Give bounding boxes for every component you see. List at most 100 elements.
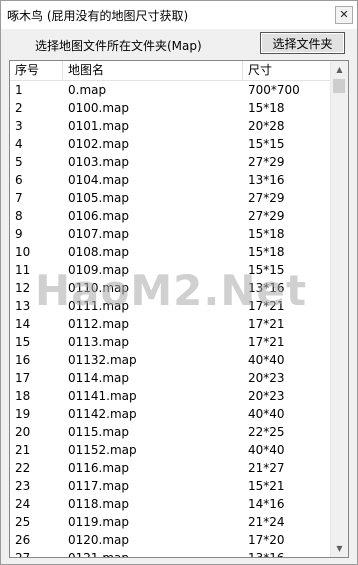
row-map-name: 0100.map bbox=[68, 101, 130, 115]
row-index: 4 bbox=[15, 137, 23, 151]
list-item[interactable]: 2 0100.map 15*18 bbox=[10, 99, 331, 117]
list-item[interactable]: 13 0111.map 17*21 bbox=[10, 297, 331, 315]
row-map-name: 01142.map bbox=[68, 407, 137, 421]
list-item[interactable]: 1 0.map 700*700 bbox=[10, 81, 331, 99]
column-header-map-name[interactable]: 地图名 bbox=[63, 61, 243, 80]
list-item[interactable]: 6 0104.map 13*16 bbox=[10, 171, 331, 189]
row-map-name: 0101.map bbox=[68, 119, 130, 133]
row-size: 20*28 bbox=[248, 119, 285, 133]
scroll-thumb[interactable] bbox=[333, 79, 345, 93]
row-index: 11 bbox=[15, 263, 31, 277]
row-index: 6 bbox=[15, 173, 23, 187]
map-list[interactable]: 序号 地图名 尺寸 1 0.map 700*700 2 0100.map 15*18 3 01… bbox=[9, 60, 349, 558]
window-title: 啄木鸟 (屁用没有的地图尺寸获取) bbox=[7, 9, 189, 23]
row-index: 15 bbox=[15, 335, 31, 349]
row-map-name: 0105.map bbox=[68, 191, 130, 205]
choose-folder-button[interactable]: 选择文件夹 bbox=[260, 32, 345, 54]
vertical-scrollbar[interactable]: ▲ ▼ bbox=[330, 61, 348, 557]
row-map-name: 0113.map bbox=[68, 335, 130, 349]
row-index: 7 bbox=[15, 191, 23, 205]
row-index: 20 bbox=[15, 425, 31, 439]
list-item[interactable]: 22 0116.map 21*27 bbox=[10, 459, 331, 477]
scroll-up-icon[interactable]: ▲ bbox=[331, 61, 348, 78]
row-size: 40*40 bbox=[248, 443, 285, 457]
row-index: 26 bbox=[15, 533, 31, 547]
list-item[interactable]: 8 0106.map 27*29 bbox=[10, 207, 331, 225]
row-index: 21 bbox=[15, 443, 31, 457]
row-size: 21*24 bbox=[248, 515, 285, 529]
row-map-name: 0112.map bbox=[68, 317, 130, 331]
close-icon: ✕ bbox=[339, 8, 349, 21]
list-header: 序号 地图名 尺寸 bbox=[10, 61, 331, 81]
row-size: 40*40 bbox=[248, 353, 285, 367]
row-index: 10 bbox=[15, 245, 31, 259]
row-size: 20*23 bbox=[248, 371, 285, 385]
row-map-name: 0116.map bbox=[68, 461, 130, 475]
list-item[interactable]: 19 01142.map 40*40 bbox=[10, 405, 331, 423]
list-item[interactable]: 21 01152.map 40*40 bbox=[10, 441, 331, 459]
column-header-index[interactable]: 序号 bbox=[10, 61, 63, 80]
list-item[interactable]: 14 0112.map 17*21 bbox=[10, 315, 331, 333]
row-size: 22*25 bbox=[248, 425, 285, 439]
list-item[interactable]: 5 0103.map 27*29 bbox=[10, 153, 331, 171]
list-item[interactable]: 15 0113.map 17*21 bbox=[10, 333, 331, 351]
row-index: 25 bbox=[15, 515, 31, 529]
list-item[interactable]: 11 0109.map 15*15 bbox=[10, 261, 331, 279]
list-item[interactable]: 18 01141.map 20*23 bbox=[10, 387, 331, 405]
row-map-name: 0108.map bbox=[68, 245, 130, 259]
row-size: 27*29 bbox=[248, 155, 285, 169]
row-size: 20*23 bbox=[248, 389, 285, 403]
row-map-name: 0120.map bbox=[68, 533, 130, 547]
row-size: 27*29 bbox=[248, 191, 285, 205]
row-map-name: 0119.map bbox=[68, 515, 130, 529]
row-map-name: 0115.map bbox=[68, 425, 130, 439]
row-size: 17*21 bbox=[248, 317, 285, 331]
list-item[interactable]: 20 0115.map 22*25 bbox=[10, 423, 331, 441]
scroll-down-icon[interactable]: ▼ bbox=[331, 540, 348, 557]
list-item[interactable]: 3 0101.map 20*28 bbox=[10, 117, 331, 135]
row-size: 21*27 bbox=[248, 461, 285, 475]
row-index: 13 bbox=[15, 299, 31, 313]
row-map-name: 0.map bbox=[68, 83, 107, 97]
row-map-name: 0106.map bbox=[68, 209, 130, 223]
row-size: 27*29 bbox=[248, 209, 285, 223]
list-item[interactable]: 16 01132.map 40*40 bbox=[10, 351, 331, 369]
row-size: 15*15 bbox=[248, 137, 285, 151]
row-index: 8 bbox=[15, 209, 23, 223]
list-item[interactable]: 17 0114.map 20*23 bbox=[10, 369, 331, 387]
row-size: 13*16 bbox=[248, 173, 285, 187]
list-item[interactable]: 12 0110.map 13*16 bbox=[10, 279, 331, 297]
list-item[interactable]: 24 0118.map 14*16 bbox=[10, 495, 331, 513]
column-header-size[interactable]: 尺寸 bbox=[243, 61, 331, 80]
row-index: 9 bbox=[15, 227, 23, 241]
row-index: 18 bbox=[15, 389, 31, 403]
list-item[interactable]: 7 0105.map 27*29 bbox=[10, 189, 331, 207]
row-size: 17*21 bbox=[248, 299, 285, 313]
list-item[interactable]: 4 0102.map 15*15 bbox=[10, 135, 331, 153]
list-item[interactable]: 9 0107.map 15*18 bbox=[10, 225, 331, 243]
list-item[interactable]: 27 0121.map 13*16 bbox=[10, 549, 331, 558]
title-bar: 啄木鸟 (屁用没有的地图尺寸获取) ✕ bbox=[1, 1, 357, 29]
list-item[interactable]: 25 0119.map 21*24 bbox=[10, 513, 331, 531]
close-button[interactable]: ✕ bbox=[335, 6, 353, 24]
row-size: 15*18 bbox=[248, 227, 285, 241]
row-index: 19 bbox=[15, 407, 31, 421]
list-item[interactable]: 10 0108.map 15*18 bbox=[10, 243, 331, 261]
row-map-name: 0118.map bbox=[68, 497, 130, 511]
row-size: 15*15 bbox=[248, 263, 285, 277]
row-map-name: 0107.map bbox=[68, 227, 130, 241]
list-item[interactable]: 26 0120.map 17*20 bbox=[10, 531, 331, 549]
row-map-name: 01152.map bbox=[68, 443, 137, 457]
row-index: 23 bbox=[15, 479, 31, 493]
row-map-name: 0103.map bbox=[68, 155, 130, 169]
row-size: 14*16 bbox=[248, 497, 285, 511]
row-map-name: 0111.map bbox=[68, 299, 130, 313]
row-index: 27 bbox=[15, 551, 31, 558]
list-item[interactable]: 23 0117.map 15*21 bbox=[10, 477, 331, 495]
app-window: 啄木鸟 (屁用没有的地图尺寸获取) ✕ 选择地图文件所在文件夹(Map) 选择文… bbox=[0, 0, 358, 565]
row-index: 12 bbox=[15, 281, 31, 295]
row-size: 13*16 bbox=[248, 281, 285, 295]
row-size: 13*16 bbox=[248, 551, 285, 558]
row-map-name: 01141.map bbox=[68, 389, 137, 403]
list-rows: 1 0.map 700*700 2 0100.map 15*18 3 0101.map 20*2… bbox=[10, 81, 331, 558]
